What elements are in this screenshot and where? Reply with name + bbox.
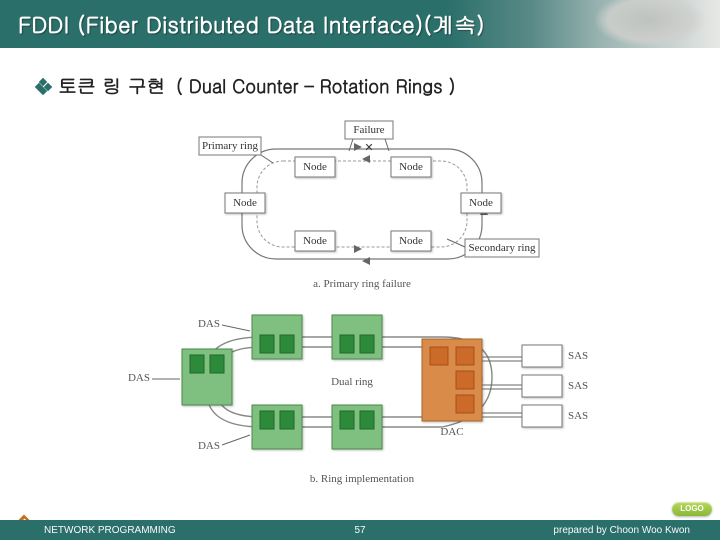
svg-text:SAS: SAS <box>568 410 588 422</box>
svg-text:Node: Node <box>303 235 327 247</box>
title-bar: FDDI (Fiber Distributed Data Interface)(… <box>0 0 720 48</box>
svg-text:Node: Node <box>399 235 423 247</box>
caption-b: b. Ring implementation <box>310 473 415 485</box>
footer-bar: NETWORK PROGRAMMING 57 prepared by Choon… <box>0 520 720 540</box>
svg-text:Node: Node <box>399 161 423 173</box>
content-area: 토큰 링 구현 ( Dual Counter – Rotation Rings … <box>0 48 720 507</box>
footer-page: 57 <box>354 525 365 536</box>
svg-text:✕: ✕ <box>364 142 373 154</box>
diagram-a: Primary ring Failure ✕ Secondary ring No… <box>147 107 577 307</box>
svg-text:SAS: SAS <box>568 380 588 392</box>
footer-left: NETWORK PROGRAMMING <box>44 525 176 536</box>
svg-text:Node: Node <box>303 161 327 173</box>
label-secondary-ring: Secondary ring <box>469 242 536 254</box>
svg-text:DAS: DAS <box>128 372 150 384</box>
label-dac: DAC <box>440 426 463 438</box>
subheading-paren: ( Dual Counter – Rotation Rings ) <box>176 74 456 99</box>
svg-text:DAS: DAS <box>198 440 220 452</box>
bullet-icon <box>36 80 50 94</box>
svg-text:Node: Node <box>469 197 493 209</box>
svg-text:Node: Node <box>233 197 257 209</box>
footer-right: prepared by Choon Woo Kwon <box>553 525 690 536</box>
caption-a: a. Primary ring failure <box>313 278 411 290</box>
svg-text:DAS: DAS <box>198 318 220 330</box>
label-primary-ring: Primary ring <box>202 140 258 152</box>
subheading: 토큰 링 구현 ( Dual Counter – Rotation Rings … <box>58 72 455 99</box>
label-dual-ring: Dual ring <box>331 376 373 388</box>
slide-title: FDDI (Fiber Distributed Data Interface)(… <box>18 9 485 40</box>
subheading-main: 토큰 링 구현 <box>58 72 166 99</box>
subheading-row: 토큰 링 구현 ( Dual Counter – Rotation Rings … <box>36 72 688 99</box>
label-failure: Failure <box>353 124 384 136</box>
svg-text:SAS: SAS <box>568 350 588 362</box>
diagram-b: Dual ring DAS DAS <box>112 307 612 507</box>
logo-badge: LOGO <box>672 502 712 516</box>
diagrams: Primary ring Failure ✕ Secondary ring No… <box>36 107 688 507</box>
